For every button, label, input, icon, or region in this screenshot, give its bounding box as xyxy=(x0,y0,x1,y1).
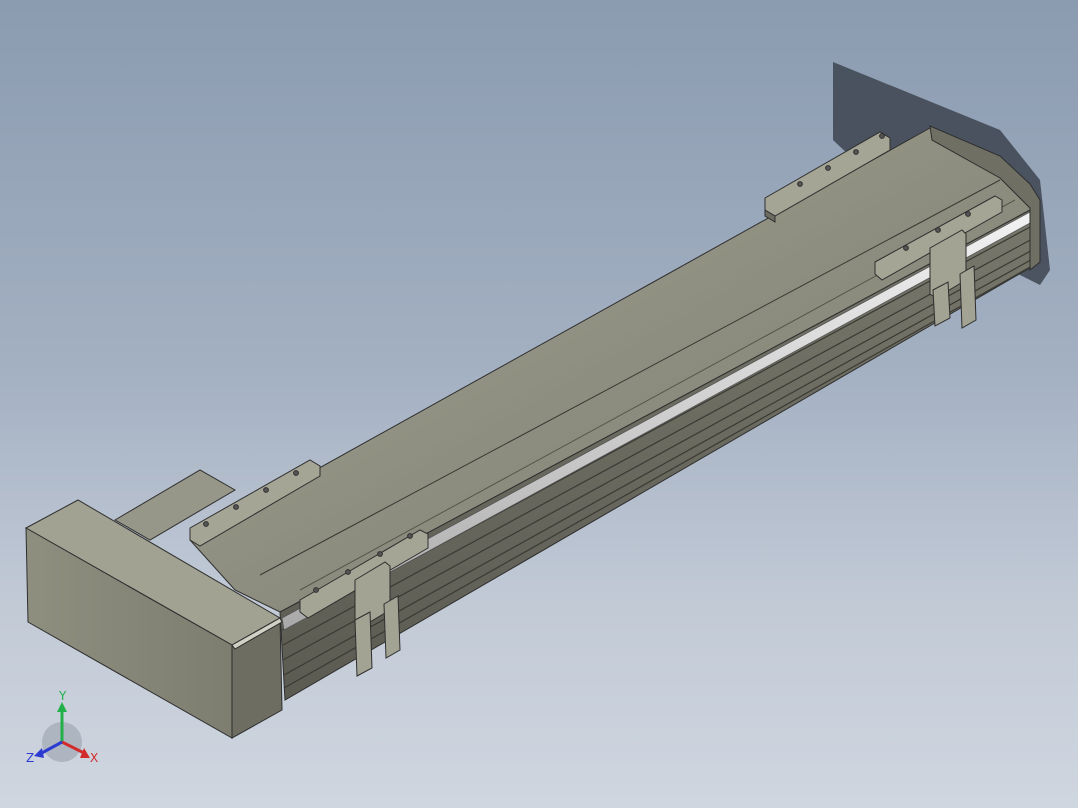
x-axis-label: X xyxy=(90,751,98,765)
y-axis-arrow-icon xyxy=(57,702,67,712)
view-orientation-triad: Y X Z xyxy=(26,690,98,765)
3d-graphics-viewport[interactable]: Y X Z xyxy=(0,0,1078,808)
body-top-cover xyxy=(189,127,1031,613)
linear-actuator-model[interactable] xyxy=(0,0,1078,808)
z-axis-arrow-icon xyxy=(34,748,44,758)
y-axis-label: Y xyxy=(58,690,67,703)
z-axis-label: Z xyxy=(26,751,34,765)
